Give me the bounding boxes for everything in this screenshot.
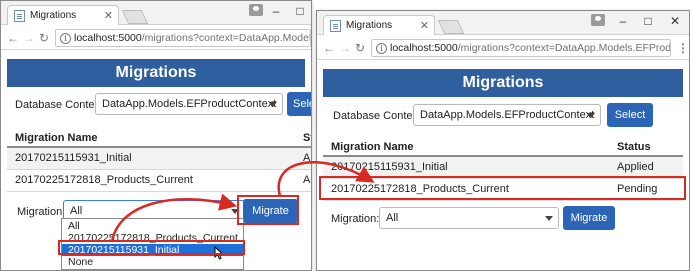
- address-bar: ← → ↻ i localhost:5000/migrations?contex…: [1, 26, 311, 50]
- table-row: 20170215115931_Initial Applied: [323, 157, 683, 178]
- row-divider: [323, 200, 683, 201]
- context-select[interactable]: DataApp.Models.EFProductContext: [413, 104, 601, 126]
- page-title: Migrations: [323, 69, 683, 97]
- migration-name-cell: 20170225172818_Products_Current: [15, 174, 193, 186]
- tab-title: Migrations: [30, 10, 77, 21]
- url-input[interactable]: i localhost:5000/migrations?context=Data…: [371, 39, 671, 57]
- maximize-icon[interactable]: □: [639, 14, 657, 28]
- chevron-down-icon: [269, 102, 277, 107]
- tab-title: Migrations: [346, 20, 393, 31]
- migration-select[interactable]: All: [379, 207, 559, 229]
- migrate-button[interactable]: Migrate: [243, 199, 298, 223]
- context-label: Database Context:: [333, 110, 425, 122]
- url-path: /migrations?context=DataApp.Models.EFPro…: [457, 42, 671, 54]
- migration-label: Migration:: [331, 213, 380, 225]
- back-icon[interactable]: ←: [323, 41, 335, 55]
- tab-bar: Migrations ✕ – □: [1, 1, 311, 25]
- forward-icon[interactable]: →: [23, 31, 35, 45]
- chevron-down-icon: [545, 216, 553, 221]
- tab-close-icon[interactable]: ✕: [420, 19, 429, 32]
- status-cell: Pending: [617, 183, 658, 195]
- migration-name-cell: 20170225172818_Products_Current: [331, 183, 509, 195]
- browser-tab[interactable]: Migrations ✕: [7, 5, 119, 25]
- user-icon[interactable]: [249, 4, 263, 16]
- chevron-down-icon: [587, 113, 595, 118]
- page-content: Migrations Database Context: DataApp.Mod…: [317, 61, 689, 270]
- mouse-cursor-icon: [214, 246, 224, 260]
- page-favicon-icon: [330, 20, 341, 32]
- context-select-value: DataApp.Models.EFProductContext: [102, 98, 277, 110]
- browser-window-right: Migrations ✕ – □ ✕ ← → ↻ i localhost:500…: [316, 10, 690, 271]
- info-icon[interactable]: i: [60, 33, 71, 44]
- url-host: localhost:5000: [74, 32, 142, 44]
- col-migration-name: Migration Name: [15, 132, 98, 144]
- forward-icon[interactable]: →: [339, 41, 351, 55]
- context-select-value: DataApp.Models.EFProductContext: [420, 109, 595, 121]
- minimize-icon[interactable]: –: [614, 14, 632, 28]
- migration-dropdown-list: All 20170225172818_Products_Current 2017…: [61, 218, 244, 270]
- maximize-icon[interactable]: □: [291, 4, 309, 18]
- tab-bar: Migrations ✕ – □ ✕: [317, 11, 689, 35]
- col-status: Statu: [303, 132, 311, 144]
- address-bar: ← → ↻ i localhost:5000/migrations?contex…: [317, 36, 689, 60]
- info-icon[interactable]: i: [376, 43, 387, 54]
- status-cell: App: [303, 174, 311, 186]
- select-button[interactable]: Select: [607, 103, 653, 127]
- migration-name-cell: 20170215115931_Initial: [15, 152, 132, 164]
- context-select[interactable]: DataApp.Models.EFProductContext: [95, 93, 283, 115]
- reload-icon[interactable]: ↻: [39, 31, 49, 45]
- dropdown-option[interactable]: 20170225172818_Products_Current: [62, 232, 243, 244]
- status-cell: Appl: [303, 152, 311, 164]
- col-status: Status: [617, 141, 651, 153]
- table-row: 20170225172818_Products_Current Pending: [323, 179, 683, 200]
- migration-label: Migration:: [17, 206, 66, 218]
- url-host: localhost:5000: [390, 42, 458, 54]
- browser-tab[interactable]: Migrations ✕: [323, 15, 435, 35]
- col-migration-name: Migration Name: [331, 141, 414, 153]
- user-icon[interactable]: [591, 14, 605, 26]
- url-path: /migrations?context=DataApp.Models.EFPro…: [141, 32, 311, 44]
- page-favicon-icon: [14, 10, 25, 22]
- reload-icon[interactable]: ↻: [355, 41, 365, 55]
- table-row: 20170225172818_Products_Current App: [7, 170, 311, 191]
- new-tab-button[interactable]: [121, 10, 149, 24]
- dropdown-option[interactable]: All: [62, 220, 243, 232]
- chevron-down-icon: [231, 209, 239, 214]
- close-icon[interactable]: ✕: [666, 14, 684, 28]
- context-label: Database Context:: [15, 99, 107, 111]
- status-cell: Applied: [617, 161, 654, 173]
- back-icon[interactable]: ←: [7, 31, 19, 45]
- row-divider: [7, 191, 311, 192]
- migration-select-value: All: [386, 212, 399, 224]
- new-tab-button[interactable]: [437, 20, 465, 34]
- migration-name-cell: 20170215115931_Initial: [331, 161, 448, 173]
- select-button[interactable]: Selec: [287, 92, 311, 116]
- menu-dots-icon[interactable]: ⋮: [677, 41, 689, 55]
- table-row: 20170215115931_Initial Appl: [7, 148, 311, 169]
- tab-close-icon[interactable]: ✕: [104, 9, 113, 22]
- migrate-button[interactable]: Migrate: [563, 206, 615, 230]
- page-title: Migrations: [7, 59, 305, 87]
- migration-select-value: All: [70, 205, 83, 217]
- minimize-icon[interactable]: –: [267, 4, 285, 18]
- url-input[interactable]: i localhost:5000/migrations?context=Data…: [55, 29, 311, 47]
